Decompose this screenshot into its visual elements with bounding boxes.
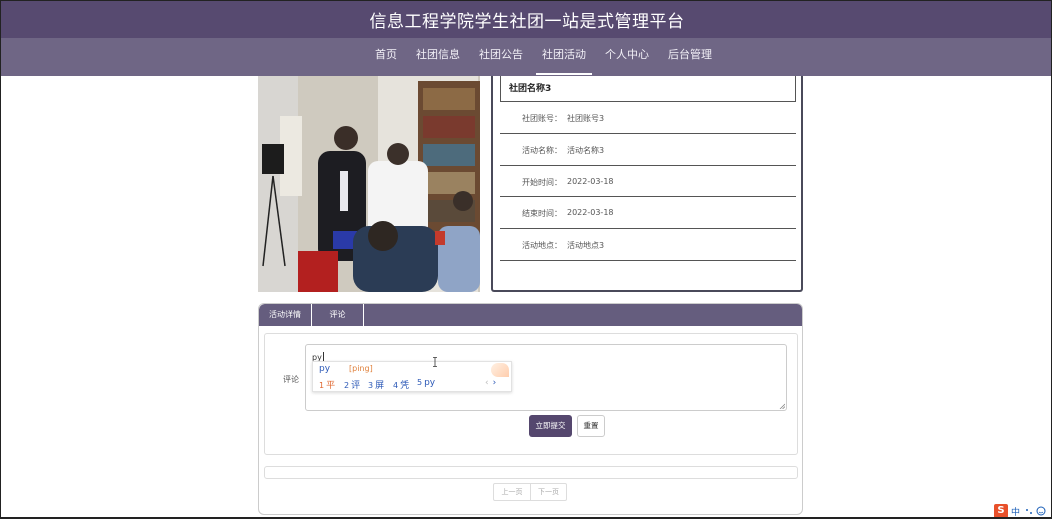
nav-item-personal-center[interactable]: 个人中心 bbox=[597, 38, 657, 76]
nav-item-club-activity[interactable]: 社团活动 bbox=[534, 38, 594, 76]
info-row-end-time: 结束时间： 2022-03-18 bbox=[500, 197, 796, 230]
nav-menu: 首页 社团信息 社团公告 社团活动 个人中心 后台管理 bbox=[367, 38, 723, 76]
info-row-activity-name: 活动名称： 活动名称3 bbox=[500, 134, 796, 166]
nav-item-home[interactable]: 首页 bbox=[367, 38, 405, 76]
detail-panel: 活动详情 评论 评论 py py [ping] 1平 2评 3屏 4凭 5 py … bbox=[258, 303, 803, 515]
info-label: 开始时间： bbox=[522, 177, 562, 187]
ime-next-icon[interactable]: › bbox=[493, 378, 497, 388]
submit-button[interactable]: 立即提交 bbox=[529, 415, 572, 437]
ime-page-nav: ‹ › bbox=[485, 378, 496, 388]
nav-item-admin[interactable]: 后台管理 bbox=[660, 38, 720, 76]
ime-candidate[interactable]: 1平 bbox=[319, 378, 335, 391]
text-cursor-icon bbox=[433, 357, 437, 367]
comment-list bbox=[264, 466, 798, 479]
club-name-heading: 社团名称3 bbox=[500, 76, 796, 102]
nav-item-club-notice[interactable]: 社团公告 bbox=[471, 38, 531, 76]
pagination: 上一页 下一页 bbox=[493, 483, 567, 501]
nav-item-club-info[interactable]: 社团信息 bbox=[408, 38, 468, 76]
info-row-start-time: 开始时间： 2022-03-18 bbox=[500, 166, 796, 198]
site-title: 信息工程学院学生社团一站是式管理平台 bbox=[369, 12, 685, 32]
tab-comment[interactable]: 评论 bbox=[312, 304, 364, 326]
ime-candidate[interactable]: 5 py bbox=[417, 378, 435, 388]
tab-bar: 活动详情 评论 bbox=[259, 304, 802, 326]
info-value: 2022-03-18 bbox=[567, 176, 614, 186]
app-window: 信息工程学院学生社团一站是式管理平台 首页 社团信息 社团公告 社团活动 个人中… bbox=[0, 0, 1052, 519]
activity-photo bbox=[258, 76, 480, 292]
reset-button[interactable]: 重置 bbox=[577, 415, 605, 437]
emoji-icon[interactable] bbox=[1036, 506, 1046, 516]
info-row-club-account: 社团账号： 社团账号3 bbox=[500, 102, 796, 134]
comment-form: 评论 py py [ping] 1平 2评 3屏 4凭 5 py ‹ › 立即提交 … bbox=[264, 333, 798, 455]
info-value: 活动地点3 bbox=[567, 241, 605, 251]
system-tray: S 中 bbox=[994, 503, 1048, 518]
resize-handle-icon[interactable] bbox=[779, 403, 785, 409]
info-value: 活动名称3 bbox=[567, 145, 605, 155]
ime-candidate[interactable]: 4凭 bbox=[393, 378, 409, 391]
info-label: 活动名称： bbox=[522, 145, 562, 155]
prev-page-button[interactable]: 上一页 bbox=[494, 484, 530, 500]
tab-activity-detail[interactable]: 活动详情 bbox=[259, 304, 312, 326]
text-caret bbox=[322, 352, 324, 361]
ime-pinyin: [ping] bbox=[349, 364, 373, 373]
ime-language-indicator[interactable]: 中 bbox=[1011, 505, 1020, 518]
next-page-button[interactable]: 下一页 bbox=[530, 484, 566, 500]
punctuation-icon[interactable] bbox=[1024, 506, 1034, 516]
ime-composition: py bbox=[319, 364, 331, 374]
info-value: 2022-03-18 bbox=[567, 208, 614, 218]
nav-bar: 首页 社团信息 社团公告 社团活动 个人中心 后台管理 bbox=[1, 38, 1051, 76]
ime-prev-icon[interactable]: ‹ bbox=[485, 378, 489, 388]
info-label: 活动地点： bbox=[522, 241, 562, 251]
info-row-location: 活动地点： 活动地点3 bbox=[500, 229, 796, 261]
info-label: 社团账号： bbox=[522, 114, 562, 123]
ime-candidate[interactable]: 2评 bbox=[344, 378, 360, 391]
info-value: 社团账号3 bbox=[567, 114, 605, 123]
info-label: 结束时间： bbox=[522, 209, 562, 219]
activity-info-card: 社团名称3 社团账号： 社团账号3 活动名称： 活动名称3 开始时间： 2022… bbox=[491, 76, 803, 292]
comment-label: 评论 bbox=[283, 375, 299, 384]
ime-logo-icon bbox=[491, 363, 509, 377]
header-bar: 信息工程学院学生社团一站是式管理平台 bbox=[1, 0, 1051, 38]
sogou-logo-icon[interactable]: S bbox=[994, 504, 1008, 517]
ime-candidate[interactable]: 3屏 bbox=[368, 378, 384, 391]
ime-candidate-window: py [ping] 1平 2评 3屏 4凭 5 py ‹ › bbox=[312, 361, 512, 392]
